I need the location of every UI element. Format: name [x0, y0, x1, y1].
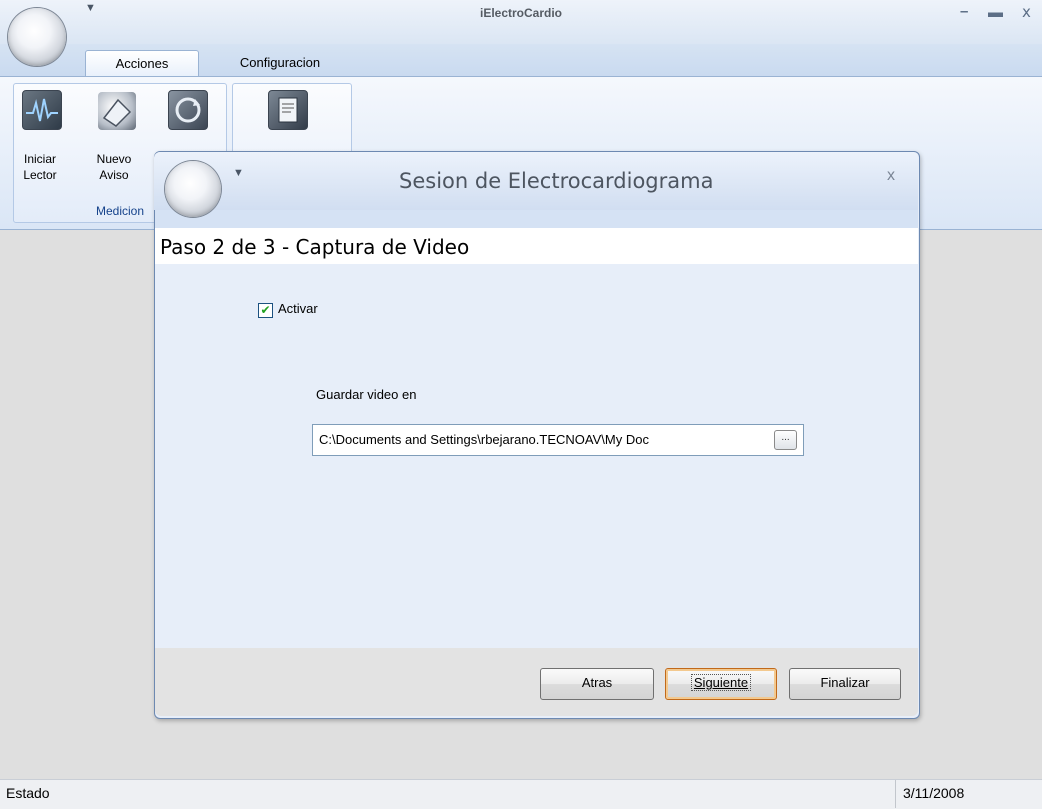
- dialog-orb-button[interactable]: [165, 161, 221, 217]
- tab-configuracion[interactable]: Configuracion: [225, 50, 335, 76]
- close-icon[interactable]: x: [1022, 3, 1031, 21]
- dialog-close-icon[interactable]: x: [887, 167, 895, 185]
- button-label-line2: Aviso: [99, 168, 129, 182]
- next-button-label: Siguiente: [690, 674, 752, 691]
- ecg-reader-icon[interactable]: [22, 90, 62, 130]
- app-title: iElectroCardio: [479, 6, 563, 20]
- dialog-title: Sesion de Electrocardiograma: [399, 169, 714, 193]
- application-orb-button[interactable]: [8, 8, 66, 66]
- main-title-bar: iElectroCardio: [0, 0, 1042, 44]
- new-notice-icon[interactable]: [98, 92, 136, 130]
- activate-checkbox[interactable]: ✔: [258, 303, 273, 318]
- minimize-icon[interactable]: –: [960, 3, 968, 20]
- finish-button[interactable]: Finalizar: [789, 668, 901, 700]
- dialog-header-strip: [155, 210, 918, 228]
- dialog-quick-access-icon[interactable]: ▼: [233, 167, 244, 179]
- maximize-icon[interactable]: ▬: [988, 4, 1003, 21]
- status-text: Estado: [6, 785, 50, 801]
- document-report-icon[interactable]: [268, 90, 308, 130]
- save-video-label: Guardar video en: [316, 387, 417, 402]
- dialog-title-bar: Sesion de Electrocardiograma: [154, 152, 918, 210]
- nuevo-aviso-button[interactable]: Nuevo Aviso: [94, 151, 134, 183]
- activate-label[interactable]: Activar: [278, 301, 318, 316]
- step-title: Paso 2 de 3 - Captura de Video: [160, 235, 470, 259]
- refresh-sync-icon[interactable]: [168, 90, 208, 130]
- save-path-input[interactable]: [319, 425, 759, 453]
- dialog-content: [155, 264, 918, 648]
- tab-acciones[interactable]: Acciones: [85, 50, 199, 77]
- save-path-field[interactable]: [312, 424, 804, 456]
- status-bar: [0, 779, 1042, 809]
- status-date: 3/11/2008: [903, 785, 965, 801]
- next-button[interactable]: Siguiente: [665, 668, 777, 700]
- button-label-line1: Iniciar: [23, 152, 56, 166]
- status-divider: [895, 780, 896, 808]
- button-label-line1: Nuevo: [96, 152, 132, 166]
- back-button[interactable]: Atras: [540, 668, 654, 700]
- quick-access-dropdown-icon[interactable]: ▼: [85, 2, 96, 14]
- iniciar-lector-button[interactable]: Iniciar Lector: [20, 151, 60, 183]
- step-header: Paso 2 de 3 - Captura de Video: [155, 228, 918, 264]
- back-button-label: Atras: [581, 675, 613, 690]
- finish-button-label: Finalizar: [820, 675, 870, 690]
- button-label-line2: Lector: [23, 168, 57, 182]
- browse-button[interactable]: ...: [774, 430, 797, 450]
